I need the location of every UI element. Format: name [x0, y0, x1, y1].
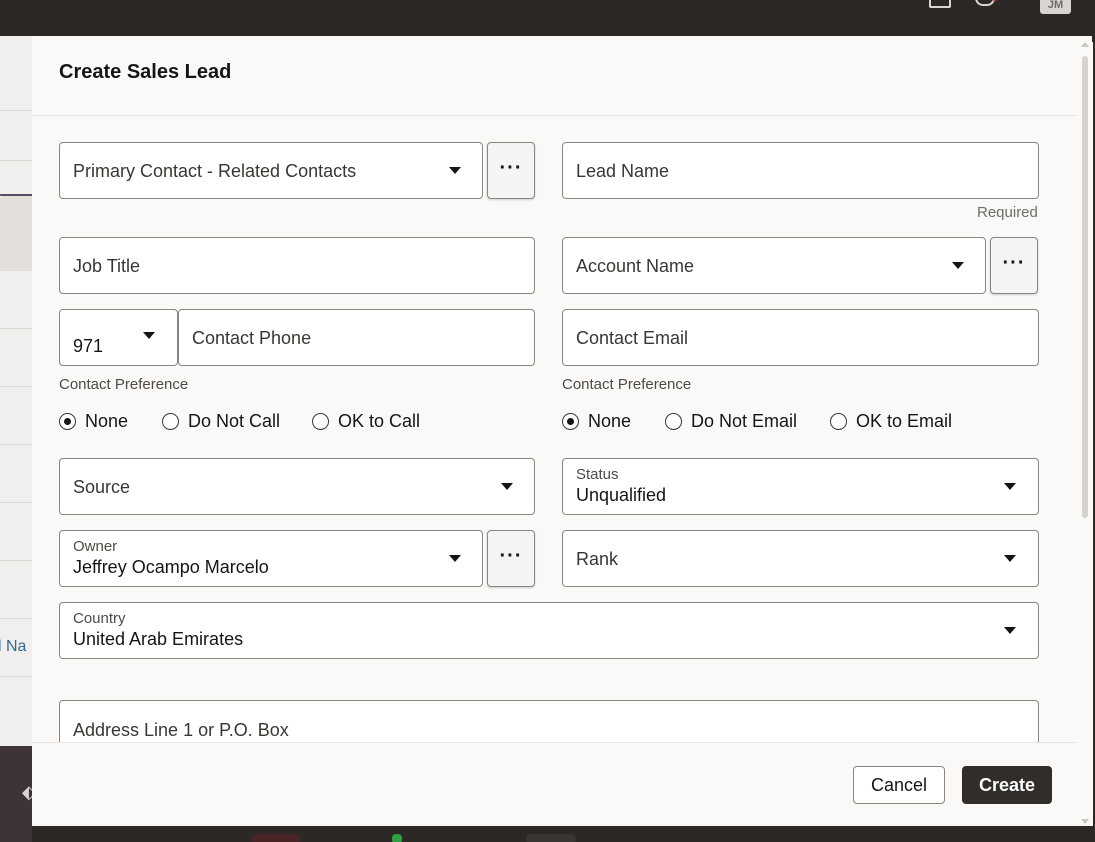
divider: [0, 676, 32, 677]
divider: [0, 160, 32, 161]
country-label: Country: [73, 610, 126, 627]
radio-label: None: [85, 411, 129, 431]
avatar[interactable]: JM: [1040, 0, 1071, 14]
owner-value: Jeffrey Ocampo Marcelo: [73, 557, 269, 577]
scroll-down-icon[interactable]: [1081, 819, 1089, 824]
chevron-down-icon[interactable]: [449, 555, 461, 562]
divider: [0, 110, 32, 111]
email-pref-ok-to-email-radio[interactable]: OK to Email: [830, 411, 952, 432]
phone-contact-preference-label: Contact Preference: [59, 376, 189, 393]
taskbar-item: [392, 834, 402, 842]
radio-label: OK to Email: [856, 411, 953, 431]
background-link-fragment: l Na: [0, 638, 27, 655]
scroll-up-icon[interactable]: [1081, 42, 1089, 47]
email-pref-do-not-email-radio[interactable]: Do Not Email: [665, 411, 797, 432]
owner-select[interactable]: Owner Jeffrey Ocampo Marcelo: [59, 530, 483, 587]
divider: [0, 328, 32, 329]
phone-pref-ok-to-call-radio[interactable]: OK to Call: [312, 411, 420, 432]
chevron-down-icon[interactable]: [1004, 627, 1016, 634]
rank-select[interactable]: Rank: [562, 530, 1039, 587]
phone-pref-none-radio[interactable]: None: [59, 411, 128, 432]
notification-tray-icon[interactable]: [929, 0, 951, 8]
contact-email-field[interactable]: Contact Email: [562, 309, 1039, 366]
taskbar-item: [252, 834, 300, 842]
owner-search-button[interactable]: ···: [487, 530, 535, 587]
contact-email-label: Contact Email: [576, 328, 689, 348]
divider: [0, 560, 32, 561]
chevron-down-icon[interactable]: [143, 332, 155, 339]
ellipsis-icon: ···: [1002, 252, 1026, 274]
radio-icon: [312, 413, 329, 430]
owner-label: Owner: [73, 538, 118, 555]
radio-icon: [665, 413, 682, 430]
lead-name-field[interactable]: Lead Name: [562, 142, 1039, 199]
radio-label: Do Not Email: [691, 411, 798, 431]
rank-label: Rank: [576, 549, 619, 569]
background-panel: [0, 196, 32, 271]
divider: [0, 618, 32, 619]
contact-phone-label: Contact Phone: [192, 328, 312, 348]
country-select[interactable]: Country United Arab Emirates: [59, 602, 1039, 659]
app-header: JM: [0, 0, 1095, 36]
bell-icon[interactable]: [975, 0, 998, 6]
background-page: l Na ⬖: [0, 36, 36, 842]
radio-icon: [562, 413, 579, 430]
radio-icon: [59, 413, 76, 430]
primary-contact-select[interactable]: Primary Contact - Related Contacts: [59, 142, 483, 199]
address-line1-label: Address Line 1 or P.O. Box: [73, 720, 289, 740]
divider: [0, 502, 32, 503]
notification-dot: [991, 0, 998, 1]
job-title-field[interactable]: Job Title: [59, 237, 535, 294]
chevron-down-icon[interactable]: [449, 167, 461, 174]
scroll-thumb[interactable]: [1082, 56, 1088, 518]
dialog-title: Create Sales Lead: [59, 61, 232, 83]
account-name-select[interactable]: Account Name: [562, 237, 986, 294]
radio-label: Do Not Call: [188, 411, 281, 431]
dialog-scrollbar[interactable]: [1079, 42, 1093, 826]
dialog-body[interactable]: Primary Contact - Related Contacts ··· L…: [32, 116, 1078, 742]
dialog-footer: Cancel Create: [32, 742, 1078, 826]
create-button[interactable]: Create: [962, 766, 1052, 804]
chevron-down-icon[interactable]: [501, 483, 513, 490]
taskbar-item: [526, 834, 576, 842]
status-value: Unqualified: [576, 485, 667, 505]
country-code-value: 971: [73, 336, 104, 356]
divider: [0, 386, 32, 387]
source-select[interactable]: Source: [59, 458, 535, 515]
chevron-down-icon[interactable]: [1004, 483, 1016, 490]
radio-label: None: [588, 411, 632, 431]
chevron-down-icon[interactable]: [952, 262, 964, 269]
divider: [0, 444, 32, 445]
address-line1-field[interactable]: Address Line 1 or P.O. Box: [59, 700, 1039, 742]
radio-icon: [830, 413, 847, 430]
job-title-label: Job Title: [73, 256, 141, 276]
status-label: Status: [576, 466, 619, 483]
background-footer: ⬖: [0, 746, 36, 842]
primary-contact-label: Primary Contact - Related Contacts: [73, 161, 357, 181]
country-code-select[interactable]: 971: [59, 309, 178, 366]
required-hint: Required: [977, 204, 1038, 221]
status-select[interactable]: Status Unqualified: [562, 458, 1039, 515]
country-value: United Arab Emirates: [73, 629, 244, 649]
radio-label: OK to Call: [338, 411, 421, 431]
contact-phone-field[interactable]: Contact Phone: [178, 309, 535, 366]
email-contact-preference-label: Contact Preference: [562, 376, 692, 393]
ellipsis-icon: ···: [499, 545, 523, 567]
create-sales-lead-dialog: Create Sales Lead Primary Contact - Rela…: [32, 36, 1092, 826]
ellipsis-icon: ···: [499, 157, 523, 179]
email-pref-none-radio[interactable]: None: [562, 411, 631, 432]
radio-icon: [162, 413, 179, 430]
account-name-label: Account Name: [576, 256, 695, 276]
phone-pref-do-not-call-radio[interactable]: Do Not Call: [162, 411, 280, 432]
taskbar-strip: [32, 826, 1095, 842]
account-name-search-button[interactable]: ···: [990, 237, 1038, 294]
lead-name-label: Lead Name: [576, 161, 670, 181]
source-label: Source: [73, 477, 131, 497]
cancel-button[interactable]: Cancel: [853, 766, 945, 804]
chevron-down-icon[interactable]: [1004, 555, 1016, 562]
primary-contact-search-button[interactable]: ···: [487, 142, 535, 199]
